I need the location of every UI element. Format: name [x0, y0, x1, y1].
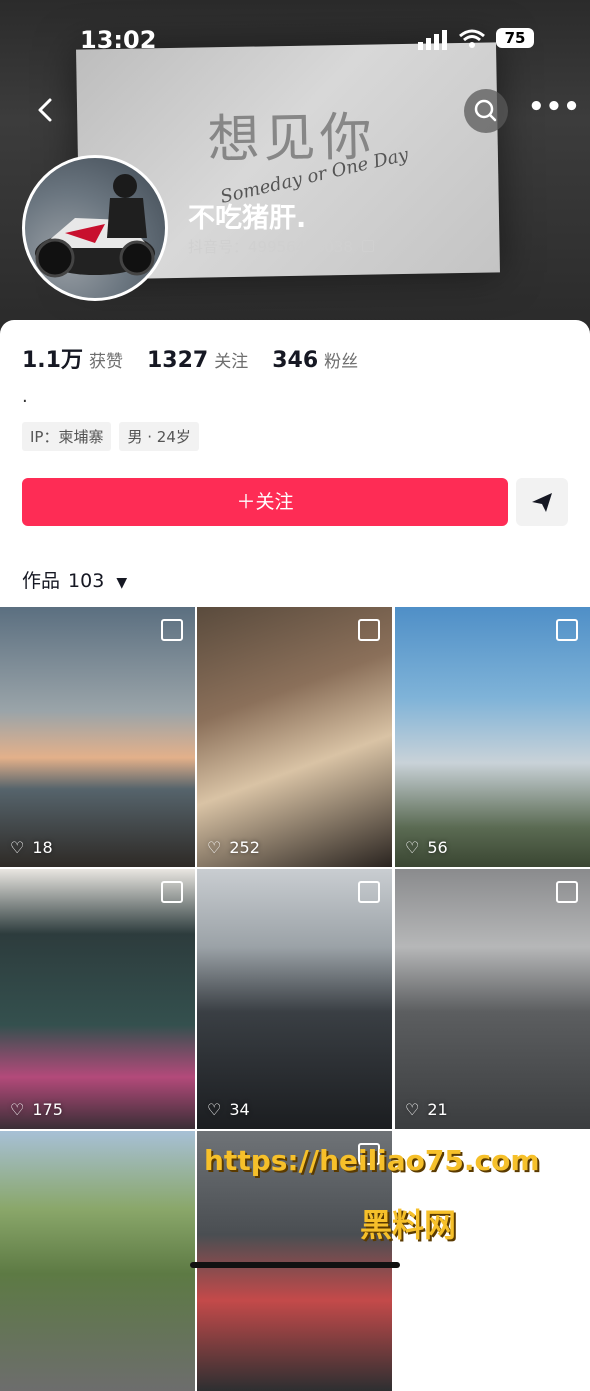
search-icon: [474, 99, 497, 122]
video-likes-count: 175: [32, 1100, 63, 1119]
dropdown-arrow-icon: ▼: [116, 575, 128, 591]
douyin-id-text: 抖音号：49956438038: [188, 238, 353, 256]
battery-indicator: 75: [496, 28, 534, 48]
profile-stats: 1.1万 获赞 1327 关注 346 粉丝: [22, 342, 382, 374]
message-button[interactable]: [516, 478, 568, 526]
video-likes: ♡ 175: [10, 1100, 63, 1119]
multi-image-icon: [556, 881, 578, 903]
profile-tags: IP：柬埔寨 男 · 24岁: [22, 422, 199, 451]
wifi-icon: [459, 29, 485, 48]
heart-icon: ♡: [207, 1100, 222, 1119]
following-count[interactable]: 1327: [147, 348, 208, 373]
followers-count[interactable]: 346: [272, 348, 318, 373]
back-arrow-icon[interactable]: [26, 90, 66, 130]
video-tile[interactable]: [0, 1131, 195, 1391]
likes-count: 1.1万: [22, 348, 83, 373]
more-options-icon[interactable]: •••: [528, 92, 580, 132]
works-label: 作品: [22, 570, 61, 592]
video-likes-count: 34: [229, 1100, 250, 1119]
follow-button[interactable]: ＋关注: [22, 478, 508, 526]
multi-image-icon: [556, 619, 578, 641]
works-count: 103: [68, 570, 105, 592]
video-tile[interactable]: ♡ 175: [0, 869, 195, 1129]
video-tile[interactable]: ♡ 21: [395, 869, 590, 1129]
home-indicator[interactable]: [190, 1262, 400, 1268]
video-likes-count: 252: [229, 838, 260, 857]
watermark-name: 黑料网: [360, 1206, 457, 1244]
video-likes-count: 18: [32, 838, 53, 857]
video-likes-count: 56: [427, 838, 448, 857]
following-label[interactable]: 关注: [214, 347, 248, 372]
send-icon: [532, 493, 552, 512]
heart-icon: ♡: [10, 838, 25, 857]
followers-label[interactable]: 粉丝: [324, 347, 358, 372]
video-likes: ♡ 252: [207, 838, 260, 857]
multi-image-icon: [161, 881, 183, 903]
video-tile[interactable]: ♡ 18: [0, 607, 195, 867]
heart-icon: ♡: [10, 1100, 25, 1119]
multi-image-icon: [358, 881, 380, 903]
avatar[interactable]: [22, 155, 168, 301]
video-likes: ♡ 56: [405, 838, 448, 857]
likes-label: 获赞: [88, 352, 123, 372]
video-likes: ♡ 21: [405, 1100, 448, 1119]
video-tile[interactable]: ♡ 56: [395, 607, 590, 867]
heart-icon: ♡: [405, 838, 420, 857]
multi-image-icon: [161, 619, 183, 641]
video-tile[interactable]: ♡ 34: [197, 869, 392, 1129]
video-likes: ♡ 34: [207, 1100, 250, 1119]
heart-icon: ♡: [207, 838, 222, 857]
search-button[interactable]: [464, 89, 508, 133]
profile-sheet: 1.1万 获赞 1327 关注 346 粉丝 . IP：柬埔寨 男 · 24岁 …: [0, 320, 590, 1391]
profile-name: 不吃猪肝.: [188, 203, 307, 234]
heart-icon: ♡: [405, 1100, 420, 1119]
video-likes: ♡ 18: [10, 838, 53, 857]
douyin-id[interactable]: 抖音号：49956438038: [188, 236, 374, 257]
video-tile[interactable]: ♡ 252: [197, 607, 392, 867]
video-likes-count: 21: [427, 1100, 448, 1119]
works-tab[interactable]: 作品 103 ▼: [22, 566, 127, 593]
profile-bio: .: [22, 386, 28, 407]
status-time: 13:02: [80, 26, 157, 54]
multi-image-icon: [358, 619, 380, 641]
gender-age-tag: 男 · 24岁: [119, 422, 199, 451]
signal-icon: [418, 30, 447, 50]
motorcycle-image: [35, 174, 155, 278]
watermark-url: https://heiliao75.com: [204, 1144, 540, 1177]
status-bar: 13:02 75: [0, 22, 590, 62]
copy-icon[interactable]: [361, 240, 374, 252]
ip-location-tag: IP：柬埔寨: [22, 422, 112, 451]
profile-header: 想见你 Someday or One Day 13:02 75 ••• 不吃猪肝…: [0, 0, 590, 340]
